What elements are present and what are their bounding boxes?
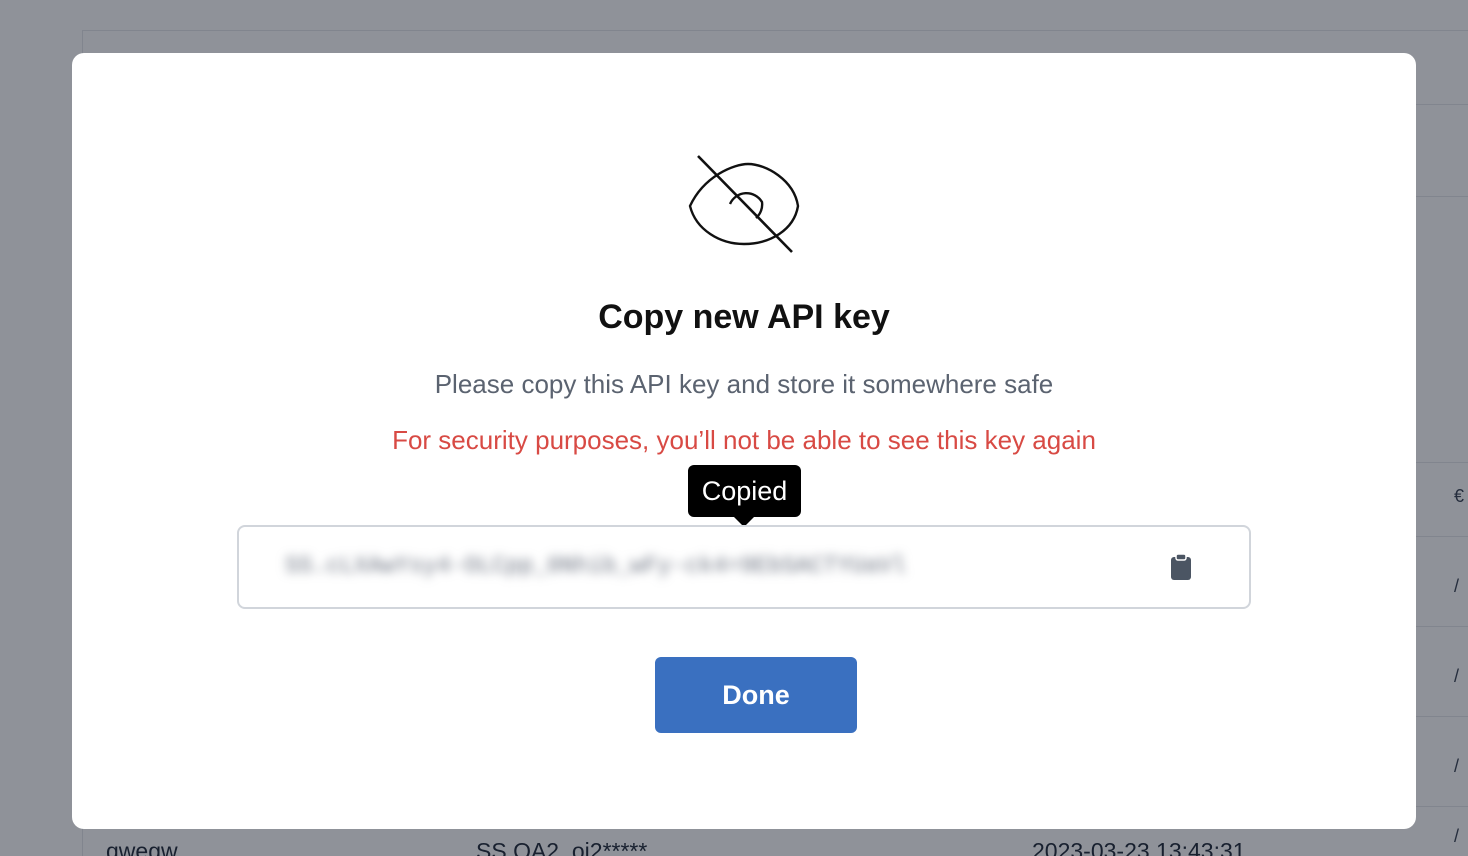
security-warning: For security purposes, you’ll not be abl… (392, 425, 1096, 455)
copied-tooltip: Copied (688, 465, 801, 527)
api-key-value: SS.cLXAwYsy4-OLCpp_0Nhib_wFy-ck4=9EbSACT… (285, 553, 907, 579)
modal-title: Copy new API key (598, 298, 890, 336)
tooltip-label: Copied (701, 475, 788, 506)
modal-subtitle: Please copy this API key and store it so… (434, 369, 1054, 399)
done-button[interactable]: Done (655, 657, 857, 733)
clipboard-icon[interactable] (1170, 553, 1192, 581)
eye-off-icon (688, 155, 800, 253)
api-key-field[interactable]: SS.cLXAwYsy4-OLCpp_0Nhib_wFy-ck4=9EbSACT… (237, 525, 1251, 609)
